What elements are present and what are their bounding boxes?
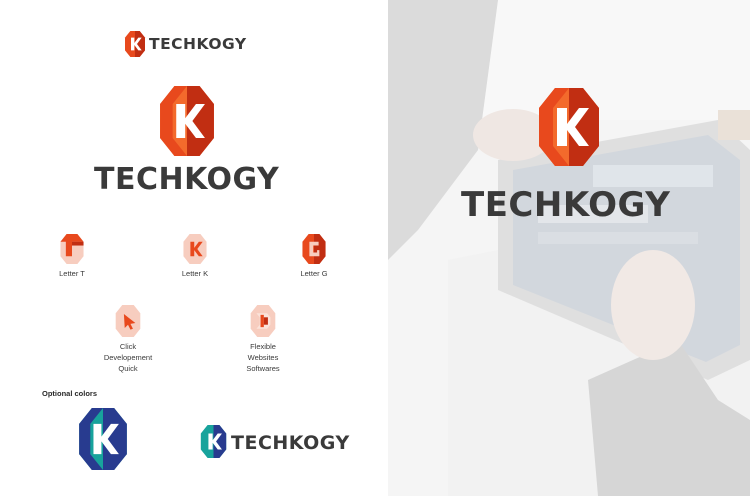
photo-mockup-panel: TECHKOGY (388, 0, 750, 496)
letter-t-logo-icon (60, 234, 84, 264)
variant-letter-k: Letter K (145, 234, 245, 279)
click-logo-icon (115, 305, 141, 337)
flexible-logo-icon (250, 305, 276, 337)
logo-presentation-panel: TECHKOGY TECHKOGY Letter T Letter K Lett… (0, 0, 388, 496)
techkogy-logo-icon (160, 86, 214, 156)
techkogy-logo-icon (200, 425, 227, 458)
optional-color-wordmark: TECHKOGY (231, 432, 350, 454)
optional-color-lockup: TECHKOGY (200, 425, 370, 459)
techkogy-logo-icon (79, 408, 127, 470)
main-logo-mark (158, 86, 216, 156)
photo-wordmark: TECHKOGY (461, 185, 671, 225)
optional-colors-heading: Optional colors (42, 389, 98, 398)
techkogy-logo-icon (539, 88, 599, 166)
letter-g-logo-icon (302, 234, 326, 264)
header-logo-lockup: TECHKOGY (124, 31, 264, 57)
variant-caption: Letter G (300, 269, 328, 278)
variant-caption: Flexible Websites Softwares (246, 342, 280, 373)
variant-letter-g: Letter G (264, 234, 364, 279)
variant-flexible: Flexible Websites Softwares (213, 305, 313, 374)
white-overlay (388, 0, 750, 496)
variant-caption: Click Developement Quick (103, 342, 153, 373)
techkogy-logo-icon (125, 31, 145, 57)
optional-color-logo-mark (78, 408, 128, 470)
header-wordmark: TECHKOGY (149, 35, 247, 53)
variant-caption: Letter K (181, 269, 209, 278)
photo-logo-mark (538, 88, 600, 166)
variant-click: Click Developement Quick (78, 305, 178, 374)
variant-letter-t: Letter T (22, 234, 122, 279)
letter-k-logo-icon (183, 234, 207, 264)
main-wordmark: TECHKOGY (94, 162, 280, 197)
variant-caption: Letter T (59, 269, 85, 278)
